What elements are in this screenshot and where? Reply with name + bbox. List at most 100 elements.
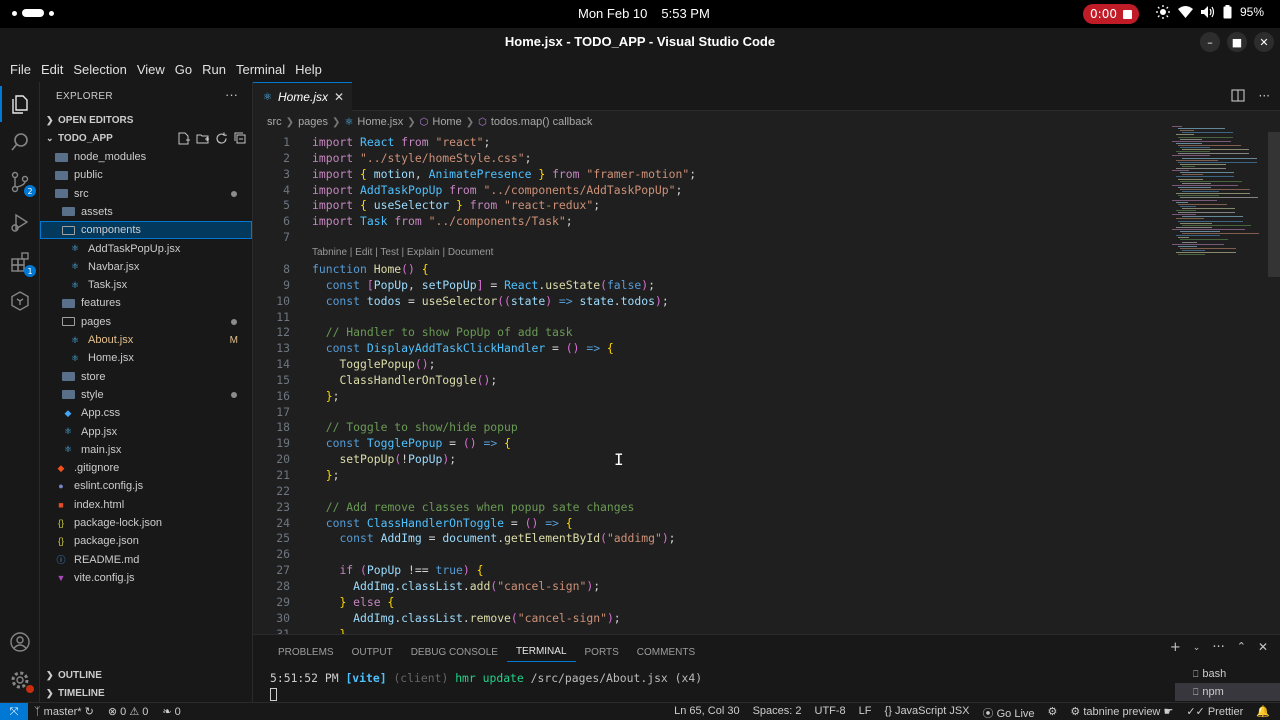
code-line[interactable]: 5 import { useSelector } from "react-redu…: [253, 197, 600, 213]
code-line[interactable]: 22: [253, 483, 290, 499]
explorer-icon[interactable]: [0, 86, 32, 122]
tree-item[interactable]: ⚛ main.jsx: [40, 441, 252, 459]
tab-comments[interactable]: COMMENTS: [628, 642, 704, 662]
tree-item[interactable]: ◆ .gitignore: [40, 459, 252, 477]
tab-debug-console[interactable]: DEBUG CONSOLE: [402, 642, 507, 662]
tree-item[interactable]: ⚛ Navbar.jsx: [40, 258, 252, 276]
code-line[interactable]: 11: [253, 309, 290, 325]
breadcrumb-file[interactable]: Home.jsx: [357, 116, 403, 128]
code-line[interactable]: 27 if (PopUp !== true) {: [253, 562, 483, 578]
open-editors-section[interactable]: ❯ OPEN EDITORS: [40, 111, 253, 129]
code-line[interactable]: 20 setPopUp(!PopUp);: [253, 451, 456, 467]
tree-item[interactable]: store: [40, 368, 252, 386]
tree-item[interactable]: components: [40, 221, 252, 240]
cursor-position[interactable]: Ln 65, Col 30: [674, 705, 739, 720]
terminal-output[interactable]: 5:51:52 PM [vite] (client) hmr update /s…: [270, 671, 702, 685]
more-actions-icon[interactable]: ···: [1259, 89, 1270, 103]
tree-item[interactable]: ⓘ README.md: [40, 551, 252, 569]
maximize-panel-icon[interactable]: ⌃: [1237, 640, 1246, 655]
code-line[interactable]: 6 import Task from "../components/Task";: [253, 213, 572, 229]
manage-gear-icon[interactable]: [8, 668, 34, 693]
terminal-dropdown-icon[interactable]: ⌄: [1193, 643, 1201, 655]
tabnine-status[interactable]: ⚙ tabnine preview ☛: [1070, 705, 1173, 720]
close-tab-icon[interactable]: ✕: [334, 90, 344, 104]
tree-item[interactable]: ⚛ About.jsx M: [40, 331, 252, 349]
tab-problems[interactable]: PROBLEMS: [269, 642, 343, 662]
tree-item[interactable]: node_modules: [40, 148, 252, 166]
tab-output[interactable]: OUTPUT: [343, 642, 402, 662]
new-file-icon[interactable]: [177, 132, 190, 145]
collapse-all-icon[interactable]: [234, 132, 247, 145]
code-line[interactable]: 8 function Home() {: [253, 261, 428, 277]
tree-item[interactable]: ▼ vite.config.js: [40, 569, 252, 587]
code-line[interactable]: 2 import "../style/homeStyle.css";: [253, 150, 531, 166]
menu-help[interactable]: Help: [290, 62, 327, 77]
breadcrumb-callback[interactable]: todos.map() callback: [491, 116, 593, 128]
code-line[interactable]: 13 const DisplayAddTaskClickHandler = ()…: [253, 340, 614, 356]
code-line[interactable]: 19 const TogglePopup = () => {: [253, 435, 511, 451]
menu-go[interactable]: Go: [170, 62, 197, 77]
code-line[interactable]: 14 TogglePopup();: [253, 356, 435, 372]
new-folder-icon[interactable]: [196, 132, 209, 145]
system-tray[interactable]: 95%: [1156, 5, 1264, 19]
settings-sync-icon[interactable]: ⚙: [1048, 705, 1058, 720]
code-line[interactable]: 28 AddImg.classList.add("cancel-sign");: [253, 578, 600, 594]
tree-item[interactable]: ⚛ AddTaskPopUp.jsx: [40, 240, 252, 258]
account-icon[interactable]: [8, 630, 32, 654]
menu-edit[interactable]: Edit: [36, 62, 68, 77]
timeline-section[interactable]: ❯ TIMELINE: [40, 684, 253, 702]
code-line[interactable]: 30 AddImg.classList.remove("cancel-sign"…: [253, 610, 620, 626]
branch-status[interactable]: ᛉ master* ↻: [34, 705, 94, 718]
tree-item[interactable]: features: [40, 294, 252, 312]
tab-terminal[interactable]: TERMINAL: [506, 642, 576, 662]
problems-status[interactable]: ⊗ 0 ⚠ 0: [108, 705, 149, 718]
code-line[interactable]: 10 const todos = useSelector((state) => …: [253, 293, 668, 309]
end-of-line[interactable]: LF: [859, 705, 872, 720]
code-line[interactable]: 15 ClassHandlerOnToggle();: [253, 372, 497, 388]
new-terminal-icon[interactable]: +: [1170, 640, 1181, 655]
tree-item[interactable]: ⚛ Home.jsx: [40, 349, 252, 367]
code-line[interactable]: 3 import { motion, AnimatePresence } from…: [253, 166, 696, 182]
codelens-actions[interactable]: Tabnine | Edit | Test | Explain | Docume…: [312, 247, 493, 258]
tree-item[interactable]: style: [40, 386, 252, 404]
source-control-icon[interactable]: 2: [8, 170, 36, 197]
run-debug-icon[interactable]: [8, 210, 32, 234]
tree-item[interactable]: ⚛ App.jsx: [40, 423, 252, 441]
breadcrumb-src[interactable]: src: [267, 116, 282, 128]
tab-ports[interactable]: PORTS: [576, 642, 628, 662]
code-line[interactable]: 29 } else {: [253, 594, 394, 610]
tree-item[interactable]: public: [40, 166, 252, 184]
prettier-status[interactable]: ✓✓ Prettier: [1186, 705, 1243, 720]
ports-status[interactable]: ❧ 0: [162, 705, 180, 718]
tree-item[interactable]: ● eslint.config.js: [40, 477, 252, 495]
more-actions-icon[interactable]: ···: [1212, 640, 1224, 655]
menu-run[interactable]: Run: [197, 62, 231, 77]
code-line[interactable]: 23 // Add remove classes when popup sate…: [253, 499, 634, 515]
menu-file[interactable]: File: [5, 62, 36, 77]
editor-scrollbar[interactable]: [1268, 132, 1280, 277]
remote-indicator-icon[interactable]: ⤧: [0, 703, 28, 720]
maximize-button[interactable]: ■: [1227, 32, 1247, 52]
refresh-icon[interactable]: [215, 132, 228, 145]
code-line[interactable]: 4 import AddTaskPopUp from "../components…: [253, 182, 682, 198]
tree-item[interactable]: assets: [40, 203, 252, 221]
tree-item[interactable]: {} package.json: [40, 532, 252, 550]
tree-item[interactable]: ◆ App.css: [40, 404, 252, 422]
minimap[interactable]: [1172, 126, 1267, 256]
code-line[interactable]: 26: [253, 546, 290, 562]
code-line[interactable]: 24 const ClassHandlerOnToggle = () => {: [253, 515, 572, 531]
tree-item[interactable]: src: [40, 185, 252, 203]
code-line[interactable]: 21 };: [253, 467, 339, 483]
tree-item[interactable]: ⚛ Task.jsx: [40, 276, 252, 294]
minimize-button[interactable]: –: [1200, 32, 1220, 52]
tree-item[interactable]: {} package-lock.json: [40, 514, 252, 532]
code-line[interactable]: 12 // Handler to show PopUp of add task: [253, 324, 572, 340]
split-editor-icon[interactable]: [1230, 89, 1245, 102]
code-line[interactable]: 16 };: [253, 388, 339, 404]
close-window-button[interactable]: ✕: [1254, 32, 1274, 52]
clock[interactable]: Mon Feb 10 5:53 PM: [578, 6, 710, 21]
tree-item[interactable]: pages: [40, 313, 252, 331]
tree-item[interactable]: ■ index.html: [40, 496, 252, 514]
remote-explorer-icon[interactable]: [8, 289, 32, 313]
notifications-bell-icon[interactable]: 🔔: [1256, 705, 1270, 720]
